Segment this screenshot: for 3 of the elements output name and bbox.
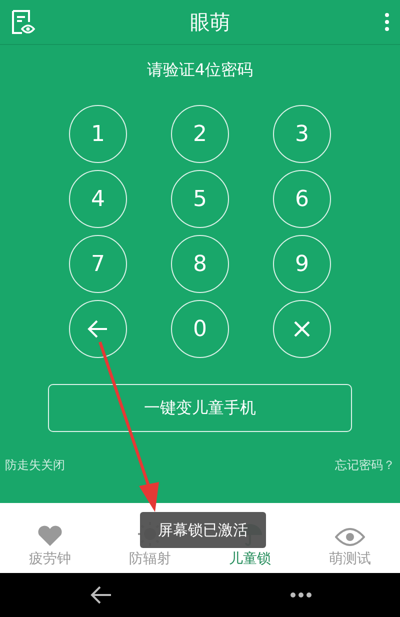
password-prompt: 请验证4位密码 <box>146 60 254 81</box>
app-title: 眼萌 <box>190 8 230 36</box>
status-toast: 屏幕锁已激活 <box>140 512 266 548</box>
